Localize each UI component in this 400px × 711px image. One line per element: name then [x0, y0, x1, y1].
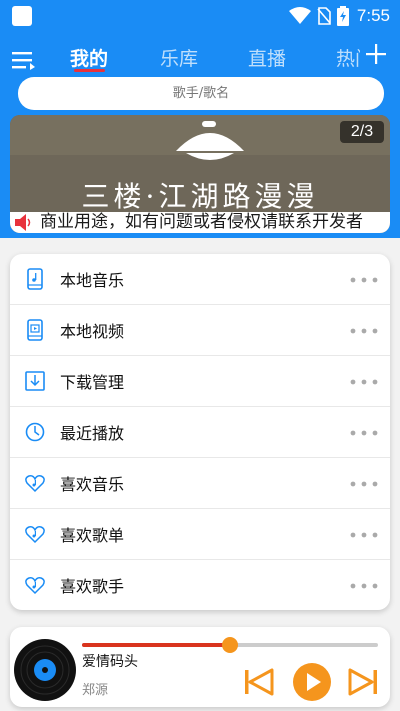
heart-music-icon: [25, 475, 45, 493]
heart-music-icon: [25, 577, 45, 595]
speaker-icon: [15, 214, 31, 231]
menu-item-liked-artists[interactable]: 喜欢歌手: [10, 560, 390, 611]
menu-item-local-music[interactable]: 本地音乐: [10, 254, 390, 305]
more-icon[interactable]: [350, 379, 378, 385]
clock-text: 7:55: [356, 6, 390, 25]
song-title: 爱情码头: [82, 654, 138, 670]
search-input[interactable]: [18, 77, 384, 110]
no-sim-icon: [317, 7, 331, 25]
battery-charging-icon: [336, 6, 349, 26]
tab-indicator: [74, 69, 105, 72]
heart-music-icon: [25, 526, 45, 544]
menu-item-liked-playlists[interactable]: 喜欢歌单: [10, 509, 390, 560]
menu-item-label: 最近播放: [60, 424, 125, 443]
clock-icon: [25, 422, 45, 442]
more-icon[interactable]: [350, 481, 378, 487]
mini-player[interactable]: 爱情码头 郑源: [10, 627, 390, 707]
menu-item-label: 本地音乐: [60, 271, 125, 290]
menu-item-label: 喜欢歌单: [60, 526, 125, 545]
menu-item-local-video[interactable]: 本地视频: [10, 305, 390, 356]
song-artist: 郑源: [82, 683, 109, 698]
progress-knob[interactable]: [222, 637, 238, 653]
banner-page-indicator: 2/3: [340, 121, 384, 143]
next-button[interactable]: [348, 667, 378, 697]
album-disc-icon: [14, 639, 76, 701]
more-icon[interactable]: [350, 328, 378, 334]
banner-carousel[interactable]: 2/3 三楼·江湖路漫漫 商业用途，如有问题或者侵权请联系开发者: [10, 115, 390, 233]
my-music-menu: 本地音乐 本地视频 下载管理 最近播放 喜欢音乐 喜欢歌单 喜欢歌手: [10, 254, 390, 610]
notification-icon: [12, 6, 32, 26]
wifi-icon: [288, 7, 311, 24]
progress-bar[interactable]: [82, 637, 378, 653]
tab-live[interactable]: 直播: [248, 44, 286, 71]
tab-hot[interactable]: 热门: [336, 44, 360, 71]
notice-text: 商业用途，如有问题或者侵权请联系开发者: [40, 212, 363, 232]
progress-fill: [82, 643, 230, 647]
status-bar: 7:55: [0, 0, 400, 32]
more-icon[interactable]: [350, 583, 378, 589]
menu-item-label: 喜欢音乐: [60, 475, 125, 494]
tab-library[interactable]: 乐库: [160, 44, 198, 71]
phone-music-icon: [27, 268, 43, 290]
menu-item-label: 喜欢歌手: [60, 577, 125, 596]
download-icon: [25, 371, 45, 391]
banner-title: 三楼·江湖路漫漫: [81, 180, 319, 213]
more-icon[interactable]: [350, 430, 378, 436]
more-icon[interactable]: [350, 532, 378, 538]
menu-item-recent[interactable]: 最近播放: [10, 407, 390, 458]
menu-item-label: 下载管理: [60, 373, 125, 392]
menu-item-liked-songs[interactable]: 喜欢音乐: [10, 458, 390, 509]
previous-button[interactable]: [244, 667, 274, 697]
menu-icon[interactable]: [12, 50, 36, 70]
more-icon[interactable]: [350, 277, 378, 283]
tab-mine[interactable]: 我的: [70, 44, 108, 71]
tab-bar: 我的 乐库 直播 热门: [70, 44, 360, 78]
play-button[interactable]: [292, 662, 332, 702]
menu-item-label: 本地视频: [60, 322, 125, 341]
add-icon[interactable]: [364, 42, 388, 66]
notice-marquee: 商业用途，如有问题或者侵权请联系开发者: [10, 212, 390, 233]
phone-video-icon: [27, 319, 43, 341]
menu-item-downloads[interactable]: 下载管理: [10, 356, 390, 407]
